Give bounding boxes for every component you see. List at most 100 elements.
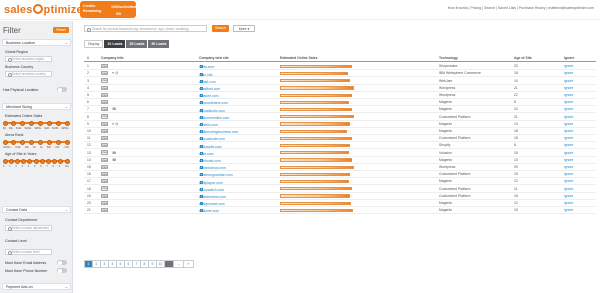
- website-text[interactable]: customeronline.com: [199, 116, 229, 120]
- table-row[interactable]: 3 view anhalt.com WebJam 10 ignore: [84, 77, 596, 85]
- table-row[interactable]: 17 view thirtiplayce.com Magento 12 ignore: [84, 178, 596, 186]
- column-header[interactable]: Ignore: [564, 56, 574, 60]
- slider-handle[interactable]: [55, 139, 61, 145]
- view-button[interactable]: view: [101, 100, 108, 105]
- slider-handle[interactable]: [11, 139, 17, 145]
- ignore-link[interactable]: ignore: [564, 151, 573, 155]
- ignore-link[interactable]: ignore: [564, 100, 573, 104]
- ignore-link[interactable]: ignore: [564, 129, 573, 133]
- external-link-icon[interactable]: [200, 65, 203, 69]
- external-link-icon[interactable]: [200, 180, 203, 184]
- ignore-link[interactable]: ignore: [564, 172, 573, 176]
- slider-handle[interactable]: [64, 120, 70, 126]
- external-link-icon[interactable]: [200, 101, 203, 105]
- nav-link[interactable]: Search: [484, 6, 495, 10]
- view-button[interactable]: view: [101, 179, 108, 184]
- slider-handle[interactable]: [27, 158, 33, 164]
- column-header[interactable]: #: [87, 56, 89, 60]
- external-link-icon[interactable]: [200, 137, 203, 141]
- slider-handle[interactable]: [20, 120, 26, 126]
- ignore-link[interactable]: ignore: [564, 86, 573, 90]
- physical-location-toggle[interactable]: [57, 87, 67, 92]
- table-row[interactable]: 20 view designhuset.com Magento 12 ignore: [84, 200, 596, 207]
- slider-handle[interactable]: [29, 120, 35, 126]
- table-row[interactable]: 9 view ♥ @ mintello.com Magento 13 ignore: [84, 121, 596, 128]
- ignore-link[interactable]: ignore: [564, 165, 573, 169]
- table-row[interactable]: 18 view kyucpwatch.com Customized Platform 1…: [84, 185, 596, 193]
- slider-handle[interactable]: [46, 120, 52, 126]
- slider-handle[interactable]: [20, 139, 26, 145]
- slider-handle[interactable]: [37, 139, 43, 145]
- section-merchant-sizing[interactable]: Merchant Sizing ⌄: [2, 103, 71, 110]
- ignore-link[interactable]: ignore: [564, 194, 573, 198]
- view-button[interactable]: view: [101, 208, 108, 213]
- slider-handle[interactable]: [21, 158, 27, 164]
- external-link-icon[interactable]: [200, 130, 203, 134]
- section-payment-addon[interactable]: Payment Add-on ⌄: [2, 283, 71, 290]
- table-row[interactable]: 21 view shalome.com Magento 15 ignore: [84, 207, 596, 215]
- external-link-icon[interactable]: [200, 94, 203, 98]
- view-button[interactable]: view: [101, 71, 108, 76]
- alexa-slider[interactable]: [2, 139, 70, 145]
- section-business-location[interactable]: Business Location ⌄: [2, 39, 71, 46]
- table-row[interactable]: 11 view ricoroadside.com Customized Platfor…: [84, 135, 596, 143]
- table-row[interactable]: 8 view customeronline.com Customized Platfo…: [84, 113, 596, 121]
- slider-handle[interactable]: [2, 120, 8, 126]
- table-row[interactable]: 10 view malltrendingbusiness.com Magento 18 i…: [84, 128, 596, 135]
- country-select[interactable]: Select business country: [5, 71, 52, 78]
- column-header[interactable]: Company Info: [101, 56, 124, 60]
- nav-link[interactable]: matthew@salesoptimize.com: [548, 6, 594, 10]
- reset-button[interactable]: Reset: [53, 27, 69, 33]
- external-link-icon[interactable]: [200, 151, 203, 155]
- external-link-icon[interactable]: [200, 194, 203, 198]
- slider-handle[interactable]: [2, 158, 8, 164]
- view-button[interactable]: view: [101, 193, 108, 198]
- search-button[interactable]: Search: [212, 25, 229, 32]
- sales-slider[interactable]: [2, 120, 70, 126]
- view-button[interactable]: view: [101, 107, 108, 112]
- ignore-link[interactable]: ignore: [564, 79, 573, 83]
- ignore-link[interactable]: ignore: [564, 71, 573, 75]
- slider-handle[interactable]: [55, 120, 61, 126]
- table-row[interactable]: 13 view ☎ sutia.com Volusion 15 ignore: [84, 149, 596, 157]
- slider-handle[interactable]: [14, 158, 20, 164]
- more-button[interactable]: More ▾: [233, 25, 255, 32]
- view-button[interactable]: view: [101, 85, 108, 90]
- external-link-icon[interactable]: [200, 202, 203, 206]
- table-row[interactable]: 5 view tecanee.com Wordpress 22 ignore: [84, 92, 596, 99]
- external-link-icon[interactable]: [200, 166, 203, 170]
- external-link-icon[interactable]: [200, 122, 203, 126]
- table-row[interactable]: 4 view crawfford.com Wordpress 21 ignore: [84, 85, 596, 92]
- slider-handle[interactable]: [33, 158, 39, 164]
- ignore-link[interactable]: ignore: [564, 179, 573, 183]
- region-select[interactable]: Select business region: [5, 56, 52, 63]
- nav-link[interactable]: Saved Lists: [498, 6, 516, 10]
- column-header[interactable]: Age of Site: [514, 56, 532, 60]
- slider-handle[interactable]: [2, 139, 8, 145]
- view-button[interactable]: view: [101, 172, 108, 177]
- table-row[interactable]: 19 view bestofeedme.com Customized Platform…: [84, 193, 596, 200]
- website-text[interactable]: marcosdelarte.com: [199, 101, 228, 105]
- age-slider[interactable]: [2, 158, 70, 164]
- slider-handle[interactable]: [58, 158, 64, 164]
- nav-link[interactable]: Purchase History: [519, 6, 546, 10]
- table-row[interactable]: 2 view ♥ @ lapin.info IBM Websphere Commerce…: [84, 70, 596, 78]
- external-link-icon[interactable]: [200, 115, 203, 119]
- ignore-link[interactable]: ignore: [564, 107, 573, 111]
- view-button[interactable]: view: [101, 114, 108, 119]
- external-link-icon[interactable]: [200, 158, 203, 162]
- slider-handle[interactable]: [52, 158, 58, 164]
- must-email-toggle[interactable]: [57, 260, 67, 265]
- slider-handle[interactable]: [11, 120, 17, 126]
- view-button[interactable]: view: [101, 157, 108, 162]
- slider-handle[interactable]: [45, 158, 51, 164]
- column-header[interactable]: Estimated Online Sales: [280, 56, 318, 60]
- slider-handle[interactable]: [37, 120, 43, 126]
- brand-logo[interactable]: sales ptimize: [4, 4, 83, 16]
- table-row[interactable]: 7 view ☎ repoatstudio.com Magento 10 ignore: [84, 106, 596, 114]
- website-text[interactable]: oceanhamus.com: [199, 166, 226, 170]
- website-text[interactable]: malltrendingbusiness.com: [199, 130, 238, 134]
- ignore-link[interactable]: ignore: [564, 64, 573, 68]
- view-button[interactable]: view: [101, 92, 108, 97]
- section-contact-data[interactable]: Contact Data ⌄: [2, 206, 71, 213]
